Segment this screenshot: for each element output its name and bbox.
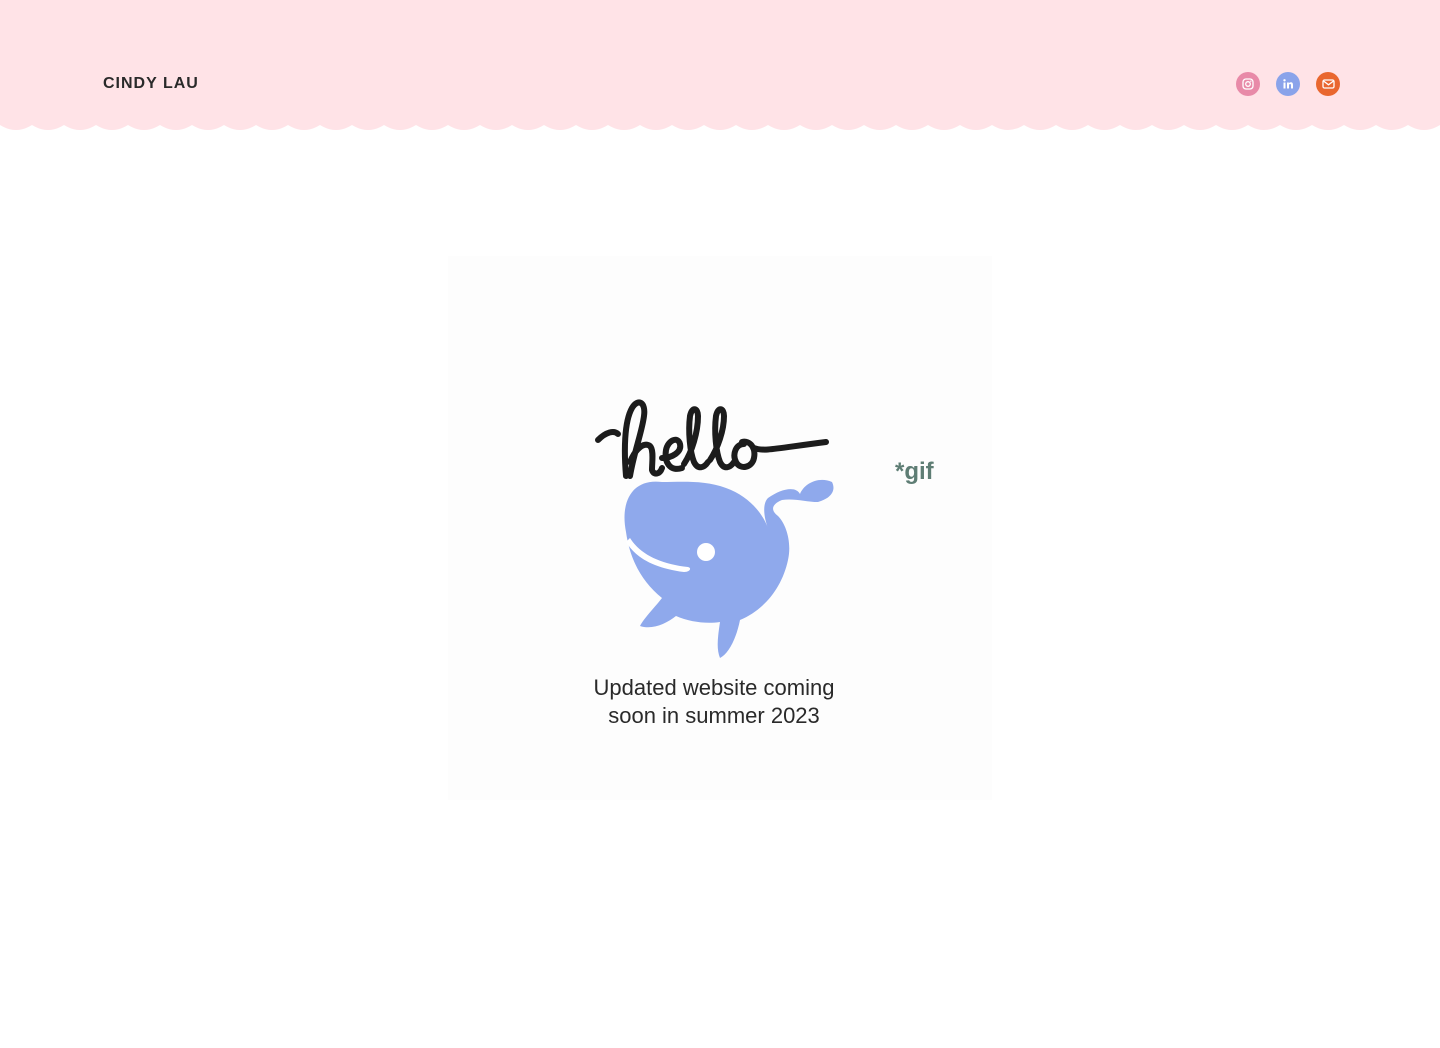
linkedin-icon <box>1283 79 1293 89</box>
mail-icon <box>1321 79 1335 89</box>
linkedin-link[interactable] <box>1276 72 1300 96</box>
gif-note: *gif <box>895 458 934 485</box>
header-wave-edge <box>0 119 1440 130</box>
social-links <box>1236 72 1340 96</box>
hello-whale-illustration <box>595 399 834 658</box>
email-link[interactable] <box>1316 72 1340 96</box>
site-header <box>0 0 1440 120</box>
site-brand[interactable]: CINDY LAU <box>103 75 199 93</box>
tagline-line-1: Updated website coming <box>593 675 835 700</box>
instagram-link[interactable] <box>1236 72 1260 96</box>
coming-soon-message: Updated website coming soon in summer 20… <box>548 674 880 730</box>
tagline-line-2: soon in summer 2023 <box>608 703 820 728</box>
hello-lettering <box>595 399 829 479</box>
instagram-icon <box>1242 78 1254 90</box>
whale-icon <box>624 479 834 658</box>
